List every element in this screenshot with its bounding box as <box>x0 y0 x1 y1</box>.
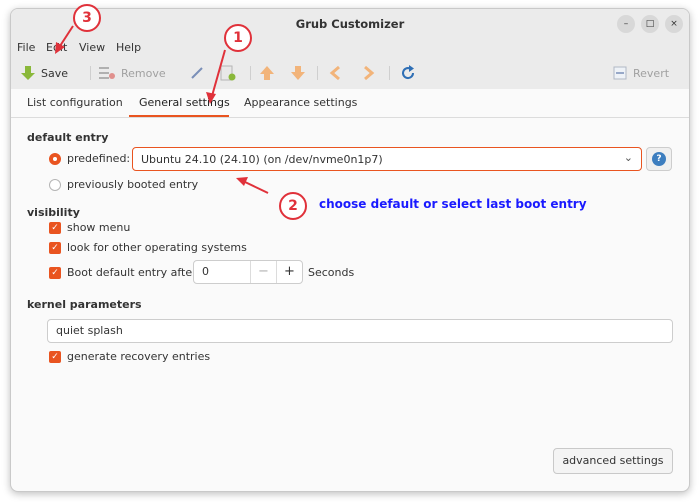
annotation-arrow-2 <box>244 181 269 194</box>
annotation-arrow-3 <box>59 25 74 47</box>
annotation-arrows <box>55 25 269 194</box>
arrowhead-3 <box>55 42 65 54</box>
arrowhead-1 <box>206 92 216 104</box>
annotation-badge-1: 1 <box>224 24 252 52</box>
annotation-badge-2: 2 <box>279 192 307 220</box>
annotation-note: choose default or select last boot entry <box>319 197 587 211</box>
annotation-badge-3: 3 <box>73 4 101 32</box>
annotation-arrow-1 <box>211 49 226 97</box>
